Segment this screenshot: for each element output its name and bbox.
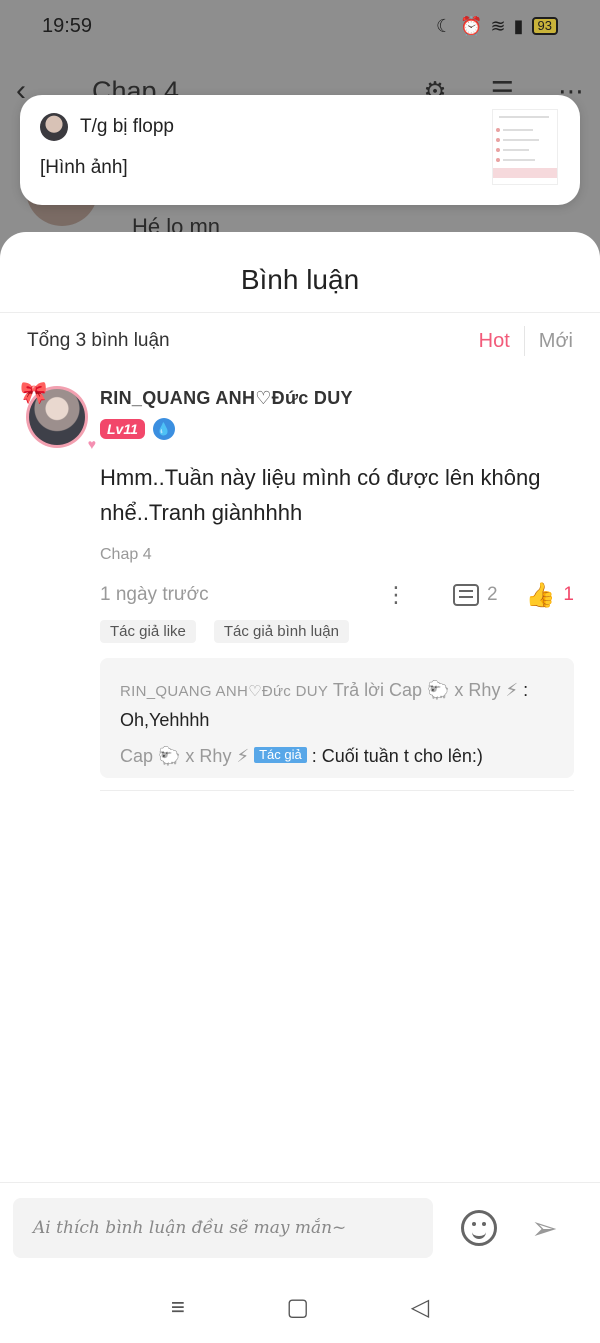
avatar[interactable]: 🎀 ♥ bbox=[20, 380, 96, 452]
comments-sheet: Bình luận Tổng 3 bình luận Hot Mới 🎀 ♥ R… bbox=[0, 232, 600, 1343]
tab-hot[interactable]: Hot bbox=[479, 330, 524, 353]
comment-total: Tổng 3 bình luận bbox=[27, 330, 170, 351]
comment-chapter: Chap 4 bbox=[100, 546, 152, 563]
comment-meta: 1 ngày trước ⋮ 2 👍 1 bbox=[100, 580, 574, 610]
comment-time: 1 ngày trước bbox=[100, 584, 209, 605]
comment-text: Hmm..Tuần này liệu mình có được lên khôn… bbox=[100, 465, 541, 525]
reply-icon[interactable] bbox=[452, 584, 479, 606]
notification-thumbnail bbox=[492, 109, 558, 185]
signal-icon: ▮ bbox=[513, 15, 524, 36]
level-badge: Lv11 bbox=[100, 419, 145, 439]
reply-1-target: Cap 🐑 x Rhy ⚡ bbox=[389, 680, 519, 700]
comment-input-bar: Ai thích bình luận đều sẽ may mắn~ ➢ bbox=[0, 1182, 600, 1272]
reply-count: 2 bbox=[486, 584, 498, 605]
bow-decoration-icon: 🎀 bbox=[20, 380, 48, 405]
replies-box[interactable]: RIN_QUANG ANH♡Đức DUY Trả lời Cap 🐑 x Rh… bbox=[100, 658, 574, 778]
emoji-smiley-icon[interactable] bbox=[461, 1209, 497, 1246]
comment-tags: Tác giả like Tác giả bình luận bbox=[100, 620, 349, 643]
comment-divider bbox=[100, 790, 574, 791]
reply-2: Cap 🐑 x Rhy ⚡ Tác giả : Cuối tuần t cho … bbox=[120, 742, 554, 770]
wifi-icon: ≋ bbox=[490, 15, 506, 36]
menu-lines-icon[interactable]: ≡ bbox=[171, 1294, 185, 1322]
notification-header: T/g bị flopp bbox=[40, 113, 560, 141]
system-nav-bar: ≡ ▢ ◁ bbox=[0, 1272, 600, 1343]
sort-tabs: Hot Mới bbox=[479, 326, 573, 356]
alarm-icon: ⏰ bbox=[460, 15, 483, 36]
like-thumb-icon[interactable]: 👍 bbox=[526, 581, 556, 610]
tab-new[interactable]: Mới bbox=[525, 330, 573, 353]
reply-2-text: : Cuối tuần t cho lên:) bbox=[311, 746, 483, 766]
droplet-badge-icon: 💧 bbox=[152, 418, 175, 440]
reply-1: RIN_QUANG ANH♡Đức DUY Trả lời Cap 🐑 x Rh… bbox=[120, 676, 554, 734]
user-badges: Lv11 💧 bbox=[100, 418, 175, 440]
reply-1-user: RIN_QUANG ANH♡Đức DUY bbox=[120, 683, 329, 700]
heart-decoration-icon: ♥ bbox=[87, 436, 96, 452]
sheet-title: Bình luận bbox=[240, 264, 360, 295]
status-bar: 19:59 ☾ ⏰ ≋ ▮ 93 bbox=[0, 0, 600, 52]
author-badge: Tác giả bbox=[254, 747, 307, 763]
reply-2-user: Cap 🐑 x Rhy ⚡ bbox=[120, 746, 250, 766]
notification-card[interactable]: T/g bị flopp [Hình ảnh] bbox=[20, 95, 580, 205]
notification-title: T/g bị flopp bbox=[80, 116, 174, 137]
battery-icon: 93 bbox=[531, 17, 558, 35]
like-count: 1 bbox=[563, 584, 574, 605]
home-square-icon[interactable]: ▢ bbox=[286, 1293, 309, 1322]
notification-avatar bbox=[40, 113, 68, 141]
tag-author-like: Tác giả like bbox=[100, 620, 196, 643]
comment-username[interactable]: RIN_QUANG ANH♡Đức DUY bbox=[100, 388, 353, 409]
send-paper-plane-icon[interactable]: ➢ bbox=[531, 1209, 558, 1247]
moon-icon: ☾ bbox=[435, 15, 453, 36]
totals-row: Tổng 3 bình luận Hot Mới bbox=[0, 313, 600, 369]
back-triangle-icon[interactable]: ◁ bbox=[411, 1293, 429, 1322]
notification-body: [Hình ảnh] bbox=[40, 157, 128, 178]
reply-1-action: Trả lời bbox=[332, 680, 384, 700]
tag-author-comment: Tác giả bình luận bbox=[213, 620, 349, 643]
status-icons: ☾ ⏰ ≋ ▮ 93 bbox=[436, 16, 558, 37]
status-time: 19:59 bbox=[42, 14, 93, 37]
more-vertical-icon[interactable]: ⋮ bbox=[385, 584, 407, 606]
comment-input[interactable]: Ai thích bình luận đều sẽ may mắn~ bbox=[13, 1197, 433, 1258]
